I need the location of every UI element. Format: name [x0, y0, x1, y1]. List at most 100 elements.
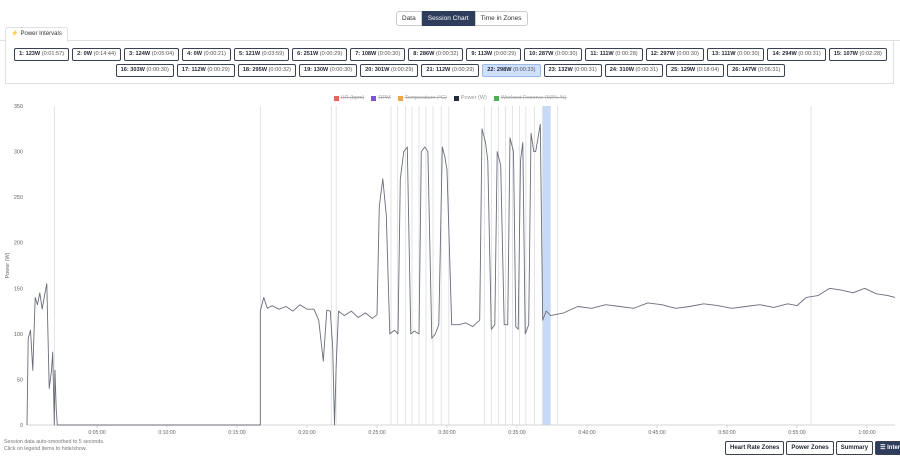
interval-button-14[interactable]: 14: 294W (0:00:31) — [767, 48, 826, 61]
interval-button-7[interactable]: 7: 108W (0:00:30) — [350, 48, 406, 61]
interval-button-22[interactable]: 22: 298W (0:00:33) — [482, 64, 541, 77]
interval-label: 9: 113W — [471, 51, 493, 57]
interval-duration: (0:00:30) — [376, 51, 401, 57]
x-tick-label: 1:00:00 — [858, 430, 875, 436]
interval-button-20[interactable]: 20: 301W (0:00:29) — [360, 64, 419, 77]
interval-duration: (0:06:31) — [756, 67, 781, 73]
interval-duration: (0:00:29) — [205, 67, 230, 73]
y-tick-label: 200 — [14, 241, 23, 247]
y-tick-label: 0 — [20, 423, 23, 429]
data-view-button[interactable]: Data — [396, 11, 422, 26]
interval-label: 8: 286W — [413, 51, 435, 57]
interval-label: 26: 147W — [732, 67, 757, 73]
x-tick-label: 0:20:00 — [298, 430, 315, 436]
tab-label: Power Intervals — [20, 31, 62, 37]
interval-button-3[interactable]: 3: 124W (0:05:04) — [124, 48, 180, 61]
interval-label: 5: 121W — [239, 51, 261, 57]
interval-label: 3: 124W — [129, 51, 151, 57]
interval-button-17[interactable]: 17: 112W (0:00:29) — [176, 64, 235, 77]
interval-button-11[interactable]: 11: 111W (0:00:28) — [585, 48, 643, 61]
intervals-row-1: 1: 123W (0:01:57) 2: 0W (0:14:44) 3: 124W … — [6, 48, 895, 61]
interval-button-18[interactable]: 18: 295W (0:00:32) — [237, 64, 296, 77]
x-tick-label: 0:45:00 — [648, 430, 665, 436]
interval-button-23[interactable]: 23: 132W (0:00:31) — [543, 64, 602, 77]
interval-duration: (0:02:28) — [857, 51, 882, 57]
summary-button[interactable]: Summary — [835, 441, 874, 455]
x-tick-label: 0:15:00 — [228, 430, 245, 436]
x-tick-label: 0:55:00 — [788, 430, 805, 436]
interval-label: 7: 108W — [355, 51, 377, 57]
lightning-icon: ⚡ — [11, 31, 19, 37]
power-zones-button[interactable]: Power Zones — [786, 441, 834, 455]
interval-button-10[interactable]: 10: 287W (0:00:30) — [524, 48, 583, 61]
interval-label: 6: 251W — [297, 51, 319, 57]
interval-label: 13: 111W — [711, 51, 736, 57]
interval-duration: (0:00:28) — [613, 51, 638, 57]
interval-button-9[interactable]: 9: 113W (0:00:29) — [466, 48, 522, 61]
interval-button-24[interactable]: 24: 310W (0:00:31) — [604, 64, 663, 77]
interval-label: 1: 123W — [19, 51, 41, 57]
interval-duration: (0:00:30) — [674, 51, 699, 57]
interval-duration: (0:14:44) — [92, 51, 117, 57]
interval-label: 18: 295W — [242, 67, 267, 73]
intervals-row-2: 16: 303W (0:00:30) 17: 112W (0:00:29) 18: … — [6, 64, 895, 77]
interval-duration: (0:00:21) — [202, 51, 226, 57]
interval-button-8[interactable]: 8: 286W (0:00:32) — [408, 48, 464, 61]
tab-bar: ⚡ Power Intervals — [0, 27, 900, 42]
interval-duration: (0:00:29) — [492, 51, 517, 57]
interval-label: 12: 297W — [650, 51, 675, 57]
interval-duration: (0:00:29) — [450, 67, 475, 73]
interval-label: 2: 0W — [77, 51, 93, 57]
interval-label: 4: 0W — [187, 51, 203, 57]
x-tick-label: 0:35:00 — [508, 430, 525, 436]
interval-label: 23: 132W — [548, 67, 573, 73]
interval-duration: (0:00:31) — [634, 67, 658, 73]
interval-duration: (0:05:04) — [150, 51, 175, 57]
interval-label: 22: 298W — [487, 67, 512, 73]
interval-button-4[interactable]: 4: 0W (0:00:21) — [182, 48, 231, 61]
interval-duration: (0:01:57) — [40, 51, 65, 57]
x-tick-label: 0:05:00 — [88, 430, 105, 436]
session-chart-view-button[interactable]: Session Chart — [421, 11, 475, 26]
interval-duration: (0:00:29) — [318, 51, 343, 57]
interval-button-2[interactable]: 2: 0W (0:14:44) — [72, 48, 122, 61]
interval-button-16[interactable]: 16: 303W (0:00:30) — [115, 64, 174, 77]
interval-duration: (0:00:32) — [434, 51, 459, 57]
interval-label: 14: 294W — [772, 51, 797, 57]
interval-duration: (0:00:30) — [735, 51, 760, 57]
y-tick-label: 250 — [14, 195, 23, 201]
interval-duration: (0:03:59) — [260, 51, 285, 57]
interval-duration: (0:00:30) — [328, 67, 353, 73]
y-tick-label: 150 — [14, 286, 23, 292]
x-tick-label: 0:40:00 — [578, 430, 595, 436]
interval-button-1[interactable]: 1: 123W (0:01:57) — [14, 48, 70, 61]
x-tick-label: 0:10:00 — [158, 430, 175, 436]
selected-interval-highlight — [542, 106, 551, 425]
interval-label: 20: 301W — [365, 67, 390, 73]
interval-label: 21: 112W — [426, 67, 451, 73]
y-tick-label: 100 — [14, 332, 23, 338]
interval-button-21[interactable]: 21: 112W (0:00:29) — [421, 64, 480, 77]
intervals-button[interactable]: ☰ Intervals — [875, 441, 900, 455]
interval-button-5[interactable]: 5: 121W (0:03:59) — [234, 48, 290, 61]
interval-label: 24: 310W — [609, 67, 634, 73]
interval-button-13[interactable]: 13: 111W (0:00:30) — [706, 48, 765, 61]
tab-power-intervals[interactable]: ⚡ Power Intervals — [5, 27, 68, 42]
interval-button-15[interactable]: 15: 107W (0:02:28) — [828, 48, 887, 61]
y-tick-label: 300 — [14, 150, 23, 156]
interval-button-6[interactable]: 6: 251W (0:00:29) — [292, 48, 348, 61]
time-in-zones-view-button[interactable]: Time in Zones — [474, 11, 528, 26]
interval-duration: (0:00:29) — [389, 67, 414, 73]
interval-button-12[interactable]: 12: 297W (0:00:30) — [645, 48, 704, 61]
view-toggle: Data Session Chart Time in Zones — [396, 11, 528, 26]
heart-rate-zones-button[interactable]: Heart Rate Zones — [725, 441, 785, 455]
interval-button-19[interactable]: 19: 130W (0:00:30) — [298, 64, 358, 77]
y-tick-label: 50 — [17, 377, 23, 383]
interval-button-25[interactable]: 25: 129W (0:18:04) — [665, 64, 725, 77]
bottom-button-group: Heart Rate Zones Power Zones Summary ☰ I… — [725, 441, 900, 455]
x-tick-label: 0:25:00 — [368, 430, 385, 436]
interval-label: 25: 129W — [670, 67, 696, 73]
interval-label: 15: 107W — [833, 51, 858, 57]
interval-button-26[interactable]: 26: 147W (0:06:31) — [727, 64, 786, 77]
interval-duration: (0:00:31) — [796, 51, 821, 57]
